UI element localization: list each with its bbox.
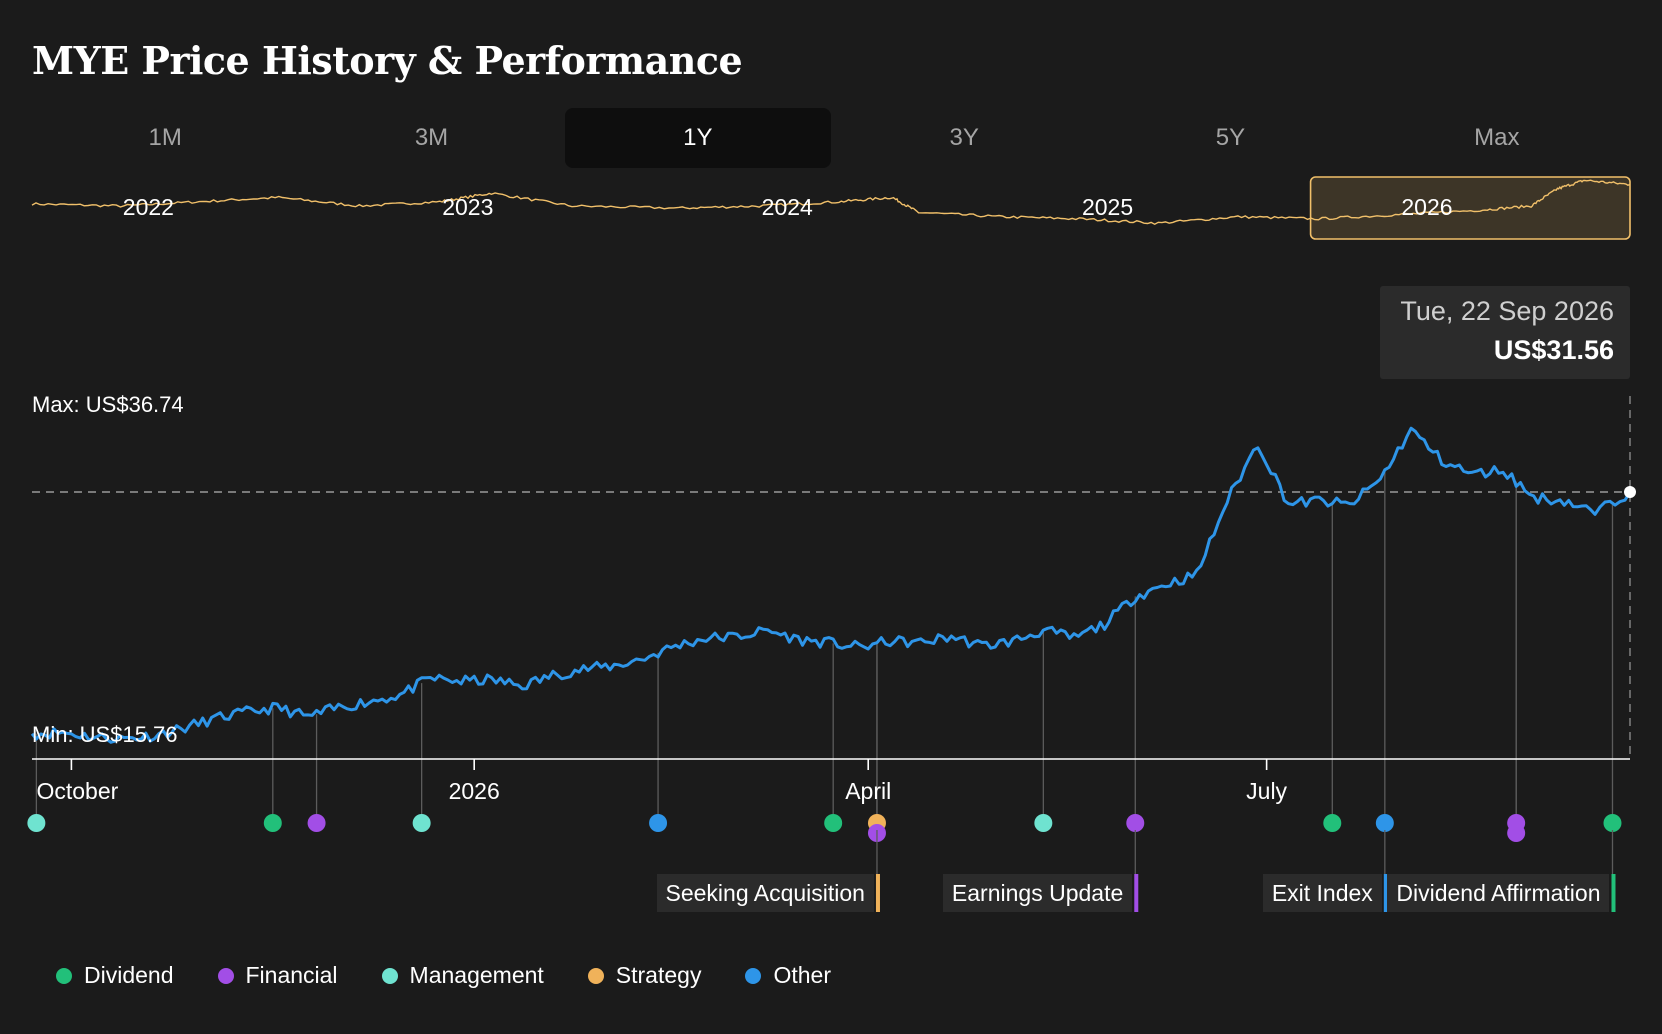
legend-item-strategy[interactable]: Strategy <box>587 962 702 989</box>
overview-label-2023: 2023 <box>442 194 494 220</box>
dividend-dot-icon <box>56 967 72 984</box>
other-dot-icon <box>745 967 762 984</box>
legend-item-dividend[interactable]: Dividend <box>56 962 174 989</box>
annotation-earnings-update[interactable]: Earnings Update <box>942 874 1133 912</box>
annotation-color-bar <box>1611 874 1616 912</box>
annotation-exit-index[interactable]: Exit Index <box>1262 874 1382 912</box>
x-tick-label-2026: 2026 <box>448 778 500 804</box>
event-marker-financial <box>307 814 326 832</box>
financial-dot-icon <box>217 967 234 984</box>
event-marker-management <box>1034 814 1053 832</box>
tooltip-date: Tue, 22 Sep 2026 <box>1400 296 1614 326</box>
strategy-dot-icon <box>587 967 604 984</box>
x-tick-label-october: October <box>36 778 119 804</box>
annotation-color-bar <box>875 874 880 912</box>
event-marker-dividend <box>1603 814 1622 832</box>
legend-label: Financial <box>245 962 338 988</box>
min-price-label: Min: US$15.76 <box>32 722 178 747</box>
legend-label: Strategy <box>615 962 702 988</box>
annotation-dividend-affirmation[interactable]: Dividend Affirmation <box>1387 874 1610 912</box>
annotation-color-bar <box>1134 874 1139 912</box>
overview-label-2022: 2022 <box>122 194 174 220</box>
x-tick-label-april: April <box>845 778 892 804</box>
overview-label-2026: 2026 <box>1401 194 1453 220</box>
event-marker-dividend <box>824 814 843 832</box>
x-tick-label-july: July <box>1246 778 1288 804</box>
overview-label-2024: 2024 <box>761 194 813 220</box>
event-marker-other <box>1375 814 1394 832</box>
current-price-point <box>1624 485 1636 498</box>
max-price-label: Max: US$36.74 <box>32 392 184 417</box>
price-line <box>30 426 1632 744</box>
event-marker-financial <box>1126 814 1145 832</box>
legend-item-other[interactable]: Other <box>745 962 831 989</box>
annotation-seeking-acquisition[interactable]: Seeking Acquisition <box>656 874 874 912</box>
legend-label: Other <box>773 962 831 988</box>
legend-item-financial[interactable]: Financial <box>217 962 338 989</box>
event-marker-financial <box>1507 824 1526 842</box>
event-marker-dividend <box>1323 814 1342 832</box>
event-marker-other <box>649 814 668 832</box>
legend-label: Dividend <box>84 962 174 988</box>
management-dot-icon <box>381 967 398 984</box>
legend-item-management[interactable]: Management <box>381 962 544 989</box>
event-marker-dividend <box>263 814 282 832</box>
overview-selection-window <box>1309 176 1631 240</box>
tooltip-price: US$31.56 <box>1493 335 1614 365</box>
overview-label-2025: 2025 <box>1081 194 1134 220</box>
price-tooltip: Tue, 22 Sep 2026 US$31.56 <box>1380 286 1630 379</box>
event-legend: Dividend Financial Management Strategy O… <box>56 962 875 989</box>
event-marker-management <box>412 814 431 832</box>
event-marker-management <box>27 814 46 832</box>
legend-label: Management <box>409 962 544 988</box>
